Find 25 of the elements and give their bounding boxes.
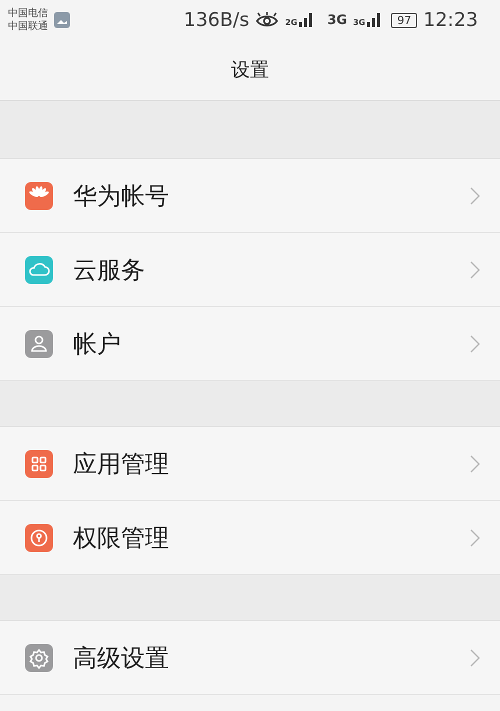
item-label: 云服务 bbox=[73, 254, 146, 286]
chevron-right-icon bbox=[470, 186, 480, 204]
chevron-right-icon bbox=[470, 260, 480, 278]
battery-level: 97 bbox=[391, 12, 418, 28]
item-label: 高级设置 bbox=[73, 642, 170, 674]
chevron-right-icon bbox=[470, 648, 480, 666]
item-label: 应用管理 bbox=[73, 448, 170, 480]
image-notification-icon bbox=[54, 12, 70, 28]
eye-icon bbox=[255, 12, 280, 28]
chevron-right-icon bbox=[470, 528, 480, 546]
item-label: 帐户 bbox=[73, 328, 122, 360]
page-title: 设置 bbox=[231, 58, 269, 83]
carrier-name: 中国联通 bbox=[8, 20, 48, 33]
item-label: 权限管理 bbox=[73, 522, 170, 554]
signal-icon bbox=[367, 13, 382, 27]
signal-icon bbox=[299, 13, 314, 27]
network-speed: 136B/s bbox=[184, 9, 250, 31]
item-label: 华为帐号 bbox=[73, 180, 170, 212]
chevron-right-icon bbox=[470, 334, 480, 352]
chevron-right-icon bbox=[470, 454, 480, 472]
data-network-type: 3G bbox=[327, 12, 348, 28]
carrier-name: 中国电信 bbox=[8, 7, 48, 20]
network-type: 2G bbox=[285, 19, 298, 27]
network-type: 3G bbox=[353, 19, 366, 27]
clock: 12:23 bbox=[423, 9, 478, 31]
